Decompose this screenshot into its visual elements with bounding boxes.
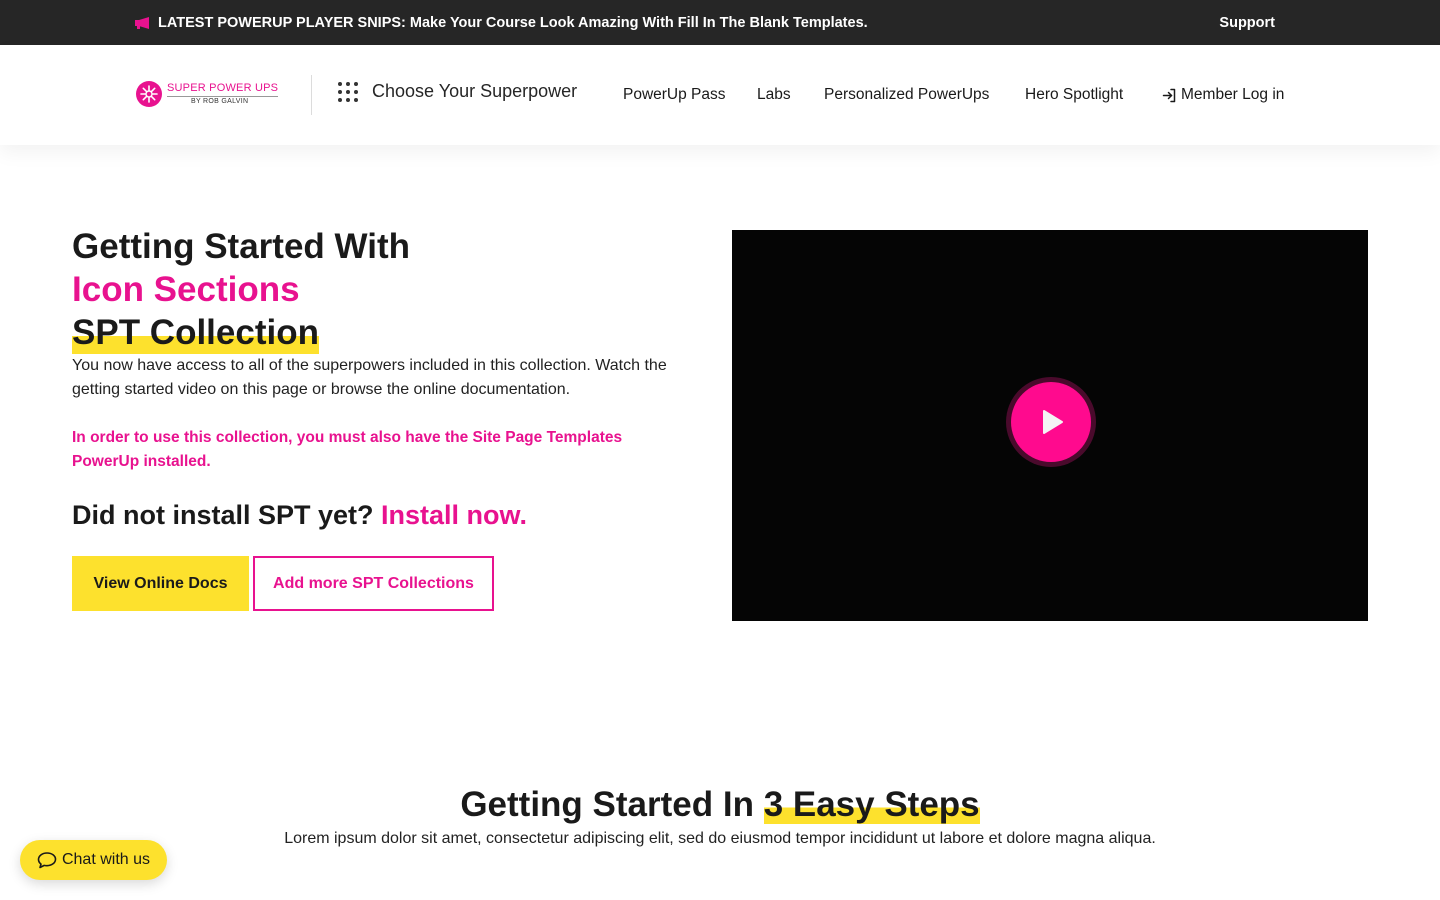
steps-title-prefix: Getting Started In [460,785,764,824]
support-link[interactable]: Support [1219,0,1275,45]
nav-labs[interactable]: Labs [757,45,791,145]
nav-link-label: Member Log in [1181,86,1285,103]
nav-link-label: PowerUp Pass [623,86,726,103]
nav-link-label: Hero Spotlight [1025,86,1124,103]
announcement-message: LATEST POWERUP PLAYER SNIPS: Make Your C… [158,14,868,31]
chat-bubble-icon [37,852,57,869]
grid-dots-icon [338,81,358,102]
hero-title-line1: Getting Started With [72,227,411,266]
announcement-message-wrap[interactable]: LATEST POWERUP PLAYER SNIPS: Make Your C… [135,0,868,45]
nav-member-login[interactable]: Member Log in [1162,45,1284,145]
nav-personalized-powerups[interactable]: Personalized PowerUps [824,45,989,145]
login-icon [1162,88,1176,102]
nav-hero-spotlight[interactable]: Hero Spotlight [1025,45,1123,145]
choose-superpower-label: Choose Your Superpower [372,81,578,101]
site-header: SUPER POWER UPS BY ROB GALVIN Choose You… [0,45,1440,145]
logo[interactable]: SUPER POWER UPS BY ROB GALVIN [135,80,279,108]
hero-title: Getting Started With Icon Sections SPT C… [72,225,410,354]
video-player[interactable] [732,230,1368,621]
install-prompt: Did not install SPT yet? Install now. [72,500,527,531]
choose-superpower-menu[interactable]: Choose Your Superpower [338,81,577,102]
steps-description: Lorem ipsum dolor sit amet, consectetur … [284,830,1156,847]
steps-title: Getting Started In 3 Easy Steps [0,785,1440,825]
chat-label: Chat with us [61,851,151,868]
hero-warning: In order to use this collection, you mus… [72,429,623,470]
logo-text: SUPER POWER UPS BY ROB GALVIN [167,81,279,107]
nav-link-label: Personalized PowerUps [824,86,990,103]
megaphone-icon [135,16,149,29]
view-online-docs-button[interactable]: View Online Docs [72,556,249,611]
play-button-inner [1011,382,1091,462]
nav-link-label: Labs [757,86,791,103]
hero-description: You now have access to all of the superp… [72,357,667,398]
play-icon [1043,410,1063,434]
install-prompt-text: Did not install SPT yet? [72,500,382,530]
logo-byline: BY ROB GALVIN [167,95,279,107]
header-divider [311,75,312,115]
logo-mark-icon [136,81,162,107]
nav-powerup-pass[interactable]: PowerUp Pass [623,45,726,145]
steps-title-highlight: 3 Easy Steps [763,785,980,824]
announcement-bar: LATEST POWERUP PLAYER SNIPS: Make Your C… [0,0,1440,45]
logo-brand: SUPER POWER UPS [167,81,279,94]
chat-widget-button[interactable]: Chat with us [20,840,167,880]
hero-title-line3: SPT Collection [72,311,319,354]
install-now-link[interactable]: Install now. [381,500,527,530]
hero-title-line2: Icon Sections [72,270,300,309]
play-button[interactable] [1006,377,1096,467]
add-more-collections-button[interactable]: Add more SPT Collections [253,556,494,611]
